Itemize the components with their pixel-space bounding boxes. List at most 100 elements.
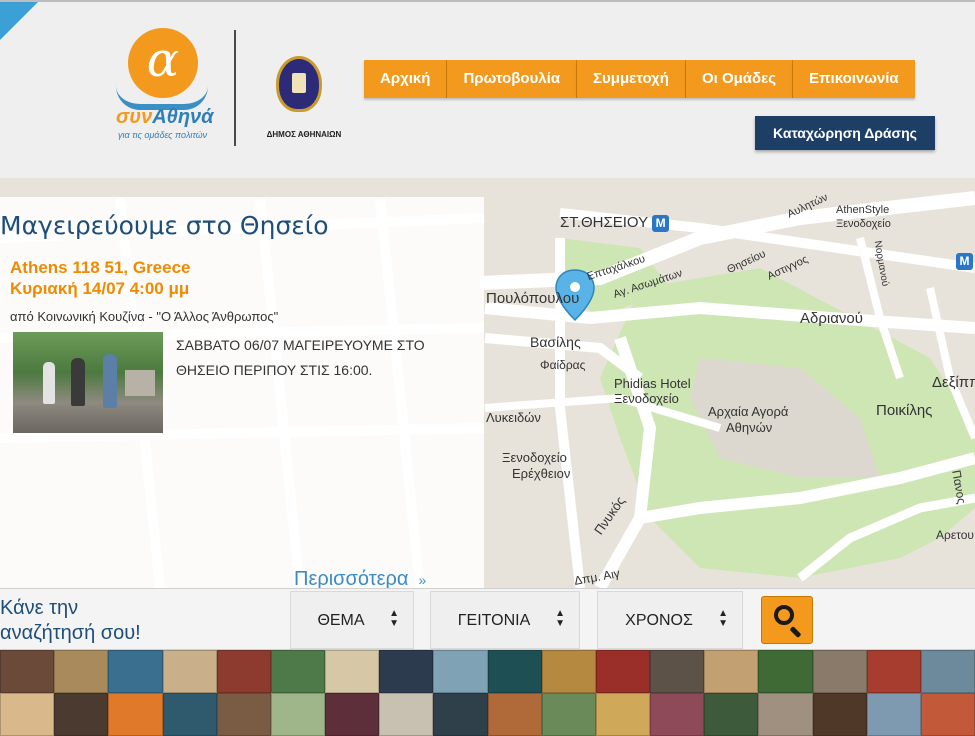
mosaic-tile[interactable] [866,650,921,693]
mosaic-tile[interactable] [650,693,705,736]
updown-arrows-icon: ▲ ▼ [389,608,399,629]
event-description: ΣΑΒΒΑΤΟ 06/07 ΜΑΓΕΙΡΕΥΟΥΜΕ ΣΤΟ ΘΗΣΕΙΟ ΠΕ… [176,337,425,378]
mosaic-tile[interactable] [812,650,867,693]
event-location: Athens 118 51, Greece [10,258,191,277]
photo-figure [71,358,85,406]
filter-topic-dropdown[interactable]: ΘΕΜΑ ▲ ▼ [290,591,414,649]
search-prompt-line1: Κάνε την [0,597,79,619]
map-label-hotel-erechtheion-1: Ξενοδοχείο [502,450,567,465]
main-nav: Αρχική Πρωτοβουλία Συμμετοχή Οι Ομάδες Ε… [364,60,915,98]
mosaic-tile[interactable] [758,693,813,736]
mosaic-tile[interactable] [0,650,55,693]
map-label-vasilis: Βασίλης [530,334,581,350]
nav-item-groups[interactable]: Οι Ομάδες [685,60,794,98]
mosaic-tile[interactable] [541,693,596,736]
logo-tagline: για τις ομάδες πολιτών [118,130,208,140]
event-title[interactable]: Μαγειρεύουμε στο Θησείο [0,211,329,240]
event-info-panel: Μαγειρεύουμε στο Θησείο Athens 118 51, G… [0,197,484,590]
corner-ribbon [0,2,38,40]
mosaic-tile[interactable] [487,693,542,736]
mosaic-tile[interactable] [108,693,163,736]
mosaic-tile[interactable] [487,650,542,693]
chevron-right-icon: » [418,571,427,588]
map-label-agora-1: Αρχαία Αγορά [708,404,789,419]
map-label-athenstyle-2: Ξενοδοχείο [836,218,891,230]
map-label-hotel-phidias-2: Ξενοδοχείο [614,391,679,406]
map-label-hotel-phidias-1: Phidias Hotel [614,376,691,391]
mosaic-tile[interactable] [920,693,975,736]
mosaic-tile[interactable] [379,693,434,736]
photo-figure [43,362,55,404]
mosaic-tile[interactable] [54,650,109,693]
more-link-label: Περισσότερα [294,568,409,590]
map-label-athenstyle-1: AthenStyle [836,204,890,216]
map-label-aretou: Αρετου [936,528,974,542]
mosaic-tile[interactable] [650,650,705,693]
nav-item-initiative[interactable]: Πρωτοβουλία [447,60,578,98]
search-prompt-line2: αναζήτησή σου! [0,622,141,644]
map-label-faidras: Φαίδρας [540,358,586,372]
event-photo[interactable] [13,332,163,433]
mosaic-tile[interactable] [758,650,813,693]
emblem-cross-icon [292,73,306,93]
event-organizer[interactable]: από Κοινωνική Κουζίνα - "Ο Άλλος Άνθρωπο… [10,309,278,324]
mosaic-tile[interactable] [704,650,759,693]
updown-arrows-icon: ▲ ▼ [555,608,565,629]
mosaic-tile[interactable] [0,693,55,736]
logo-name-part1: συν [116,106,153,128]
nav-item-contact[interactable]: Επικοινωνία [793,60,915,98]
search-button[interactable] [761,596,813,644]
mosaic-tile[interactable] [433,693,488,736]
nav-item-participation[interactable]: Συμμετοχή [577,60,686,98]
mosaic-tile[interactable] [54,693,109,736]
register-action-button[interactable]: Καταχώρηση Δράσης [755,116,935,150]
metro-icon: M [652,214,670,232]
municipality-label: ΔΗΜΟΣ ΑΘΗΝΑΙΩΝ [266,130,342,139]
mosaic-tile[interactable] [270,693,325,736]
map-label-lykeidon: Λυκειδών [486,410,541,425]
mosaic-tile[interactable] [595,650,650,693]
search-icon [774,605,794,625]
mosaic-tile[interactable] [379,650,434,693]
site-header: α συνΑθηνά για τις ομάδες πολιτών ΔΗΜΟΣ … [0,0,975,178]
mosaic-tile[interactable] [108,650,163,693]
mosaic-tile[interactable] [270,650,325,693]
search-prompt: Κάνε την αναζήτησή σου! [0,596,141,646]
map-label-station: ΣΤ.ΘΗΣΕΙΟΥ M [560,214,670,232]
mosaic-tile[interactable] [595,693,650,736]
map-label-adrianou: Αδριανού [800,310,863,327]
mosaic-tile[interactable] [541,650,596,693]
mosaic-tile[interactable] [866,693,921,736]
mosaic-tile[interactable] [325,650,380,693]
map-label-hotel-erechtheion-2: Ερέχθειον [512,466,571,481]
search-bar: Κάνε την αναζήτησή σου! ΘΕΜΑ ▲ ▼ ΓΕΙΤΟΝΙΑ… [0,588,975,650]
filter-neighborhood-dropdown[interactable]: ΓΕΙΤΟΝΙΑ ▲ ▼ [430,591,580,649]
map-label-deksippou: Δεξίππ [932,374,975,391]
mosaic-tile[interactable] [216,650,271,693]
photo-table [125,370,155,396]
mosaic-tile[interactable] [216,693,271,736]
municipality-emblem-icon[interactable] [276,56,322,112]
updown-arrows-icon: ▲ ▼ [718,608,728,629]
photo-figure [103,354,117,408]
filter-time-dropdown[interactable]: ΧΡΟΝΟΣ ▲ ▼ [597,591,743,649]
mosaic-tile[interactable] [920,650,975,693]
photo-mosaic [0,650,975,736]
map-label-poulopoulou: Πουλόπουλου [486,290,580,307]
event-date: Κυριακή 14/07 4:00 μμ [10,279,190,298]
map-label-agora-2: Αθηνών [726,420,773,435]
header-divider [234,30,236,146]
mosaic-tile[interactable] [162,693,217,736]
logo-name[interactable]: συνΑθηνά [116,106,214,129]
mosaic-tile[interactable] [704,693,759,736]
mosaic-tile[interactable] [162,650,217,693]
nav-item-home[interactable]: Αρχική [364,60,448,98]
search-icon-handle [789,626,802,639]
mosaic-tile[interactable] [325,693,380,736]
map-label-poikilis: Ποικίλης [876,402,933,419]
logo-name-part2: Αθηνά [152,106,214,128]
logo-letter: α [146,32,180,88]
metro-icon-right: M [952,252,973,270]
mosaic-tile[interactable] [812,693,867,736]
mosaic-tile[interactable] [433,650,488,693]
